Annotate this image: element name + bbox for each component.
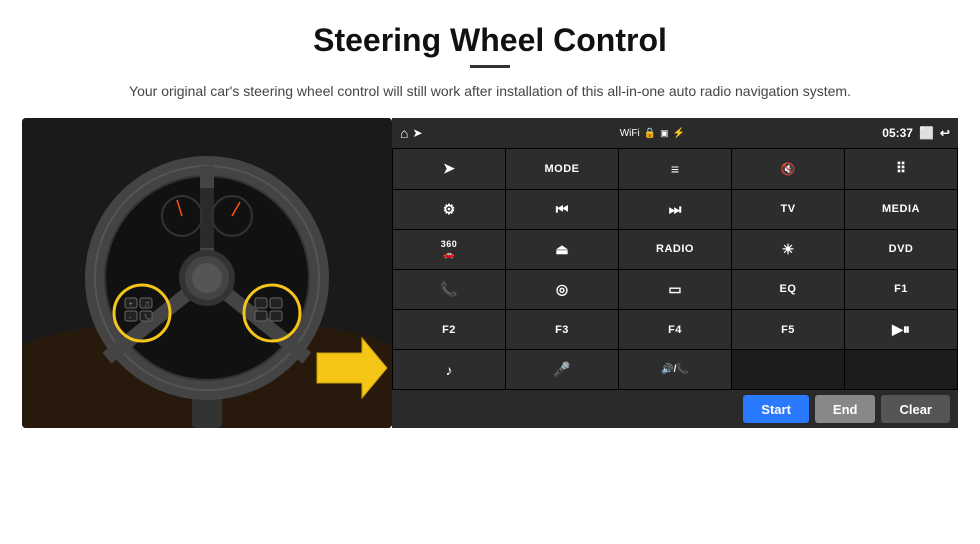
dvd-button[interactable]: DVD: [845, 230, 957, 269]
svg-text:📞: 📞: [144, 313, 152, 321]
back-icon[interactable]: ↩: [940, 126, 950, 140]
list-button[interactable]: ≡: [619, 149, 731, 188]
phone-button[interactable]: 📞: [393, 270, 505, 309]
clear-button[interactable]: Clear: [881, 395, 950, 423]
eq-button[interactable]: EQ: [732, 270, 844, 309]
mic-button[interactable]: 🎤: [506, 350, 618, 389]
screen-btn[interactable]: ▭: [619, 270, 731, 309]
prev-button[interactable]: ⏮: [506, 190, 618, 229]
f4-button[interactable]: F4: [619, 310, 731, 349]
status-bar: ⌂ ➤ WiFi 🔒 ▣ ⚡ 05:37 ⬜ ↩: [392, 118, 958, 148]
empty-btn-2: [845, 350, 957, 389]
button-grid: ➤ MODE ≡ 🔇 ⠿ ⚙ ⏮ ⏭ TV MEDIA 360🚗 ⏏ RADIO…: [392, 148, 958, 390]
settings-button[interactable]: ⚙: [393, 190, 505, 229]
playpause-button[interactable]: ▶⏸: [845, 310, 957, 349]
content-row: + 🎵 - 📞 ⌂: [0, 118, 980, 428]
time-display: 05:37: [882, 126, 913, 140]
tv-button[interactable]: TV: [732, 190, 844, 229]
action-bar: Start End Clear: [392, 390, 958, 428]
screen-icon[interactable]: ⬜: [919, 126, 934, 140]
f5-button[interactable]: F5: [732, 310, 844, 349]
steering-wheel-image: + 🎵 - 📞: [22, 118, 392, 428]
bt-icon: ⚡: [673, 128, 685, 139]
home-icon[interactable]: ⌂: [400, 125, 408, 141]
apps-button[interactable]: ⠿: [845, 149, 957, 188]
eject-button[interactable]: ⏏: [506, 230, 618, 269]
status-icons: WiFi 🔒 ▣ ⚡: [620, 128, 685, 139]
cam360-button[interactable]: 360🚗: [393, 230, 505, 269]
status-left: ⌂ ➤: [400, 125, 423, 141]
f2-button[interactable]: F2: [393, 310, 505, 349]
nav-button[interactable]: ➤: [393, 149, 505, 188]
svg-text:-: -: [129, 315, 131, 321]
mode-button[interactable]: MODE: [506, 149, 618, 188]
music-button[interactable]: ♪: [393, 350, 505, 389]
vol-phone-button[interactable]: 🔊/📞: [619, 350, 731, 389]
empty-btn-1: [732, 350, 844, 389]
svg-text:🎵: 🎵: [144, 301, 150, 308]
brightness-button[interactable]: ☀: [732, 230, 844, 269]
f3-button[interactable]: F3: [506, 310, 618, 349]
subtitle: Your original car's steering wheel contr…: [0, 80, 980, 102]
page-title: Steering Wheel Control: [0, 0, 980, 65]
mute-button[interactable]: 🔇: [732, 149, 844, 188]
title-divider: [470, 65, 510, 68]
start-button[interactable]: Start: [743, 395, 809, 423]
sd-icon: ▣: [660, 128, 669, 139]
status-time: 05:37 ⬜ ↩: [882, 126, 950, 140]
media-button[interactable]: MEDIA: [845, 190, 957, 229]
lock-icon: 🔒: [644, 128, 656, 139]
android-panel: ⌂ ➤ WiFi 🔒 ▣ ⚡ 05:37 ⬜ ↩ ➤ MODE ≡ 🔇 ⠿: [392, 118, 958, 428]
end-button[interactable]: End: [815, 395, 876, 423]
next-button[interactable]: ⏭: [619, 190, 731, 229]
radio-button[interactable]: RADIO: [619, 230, 731, 269]
f1-button[interactable]: F1: [845, 270, 957, 309]
navi-button[interactable]: ◎: [506, 270, 618, 309]
nav-icon: ➤: [412, 126, 422, 140]
wifi-icon: WiFi: [620, 128, 640, 139]
svg-text:+: +: [129, 302, 133, 308]
